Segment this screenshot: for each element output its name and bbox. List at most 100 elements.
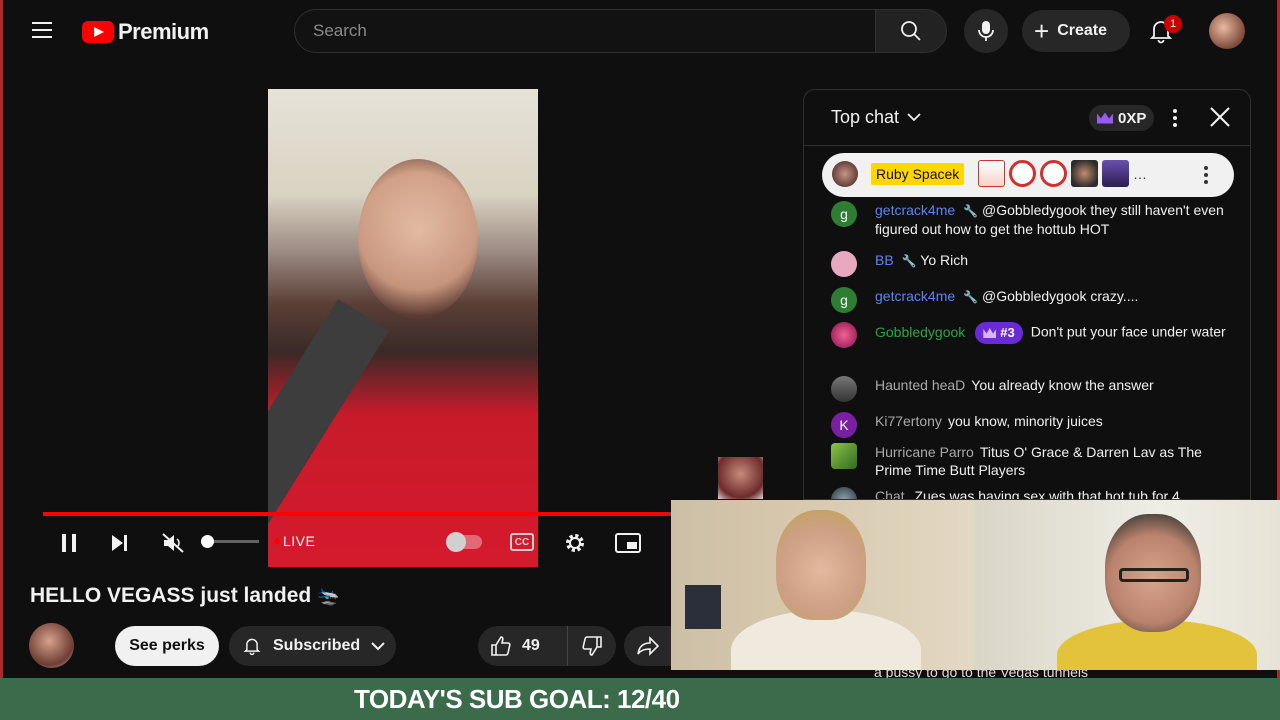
host-1-head [776, 510, 866, 620]
anime-emote-icon [1102, 160, 1129, 187]
chat-avatar [831, 251, 857, 277]
chat-text: Yo Rich [920, 252, 969, 268]
pause-button[interactable] [53, 528, 85, 558]
face-emote-icon [1071, 160, 1098, 187]
channel-avatar[interactable] [29, 623, 74, 668]
chat-text: Zues was having sex with that hot tub fo… [914, 488, 1180, 500]
close-chat-button[interactable] [1207, 104, 1233, 130]
like-button[interactable]: 49 [478, 626, 568, 666]
chat-message[interactable]: BB 🔧 Yo Rich [831, 251, 1231, 277]
search-box[interactable] [294, 9, 876, 53]
webcam-host-2 [977, 500, 1280, 670]
settings-button[interactable] [559, 528, 591, 558]
account-avatar[interactable] [1209, 13, 1245, 49]
mute-button[interactable] [157, 528, 189, 558]
search-icon [901, 21, 921, 41]
chat-author[interactable]: Hurricane Parro [875, 444, 974, 460]
chat-avatar [831, 322, 857, 348]
progress-bar[interactable] [43, 512, 771, 516]
chat-avatar: K [831, 412, 857, 438]
chat-message[interactable]: Chat. Zues was having sex with that hot t… [831, 487, 1231, 500]
chat-more-options-icon[interactable] [1164, 106, 1186, 130]
volume-slider-handle[interactable] [201, 535, 214, 548]
video-title: HELLO VEGASS just landed 🛬 [30, 584, 340, 608]
pinned-more-options-icon[interactable] [1200, 163, 1212, 187]
autoplay-toggle[interactable] [446, 532, 482, 552]
chat-author[interactable]: Ki77ertony [875, 413, 942, 429]
dislike-button[interactable] [568, 626, 616, 666]
voice-search-button[interactable] [964, 9, 1008, 53]
chat-author[interactable]: Gobbledygook [875, 324, 965, 340]
chat-author[interactable]: Haunted heaD [875, 377, 965, 393]
no-sex-icon [1040, 160, 1067, 187]
chat-text: You already know the answer [971, 377, 1154, 393]
rank-label: #3 [1000, 325, 1015, 340]
wrench-icon: 🔧 [963, 290, 979, 304]
next-button[interactable] [104, 528, 136, 558]
chat-overlay-thumbnail [718, 457, 763, 499]
subscribed-label: Subscribed [273, 637, 361, 654]
video-title-text: HELLO VEGASS just landed [30, 584, 312, 607]
youtube-play-icon [82, 21, 114, 43]
chat-avatar [831, 487, 857, 499]
thumbs-up-icon [491, 636, 511, 656]
chat-header: Top chat 0XP [804, 90, 1250, 146]
subscribed-button[interactable]: Subscribed [229, 626, 396, 666]
create-button[interactable]: + Create [1022, 10, 1130, 52]
video-player[interactable]: LIVE CC [0, 62, 793, 567]
volume-muted-icon [162, 533, 184, 553]
xp-button[interactable]: 0XP [1089, 105, 1155, 131]
chat-author[interactable]: Chat. [875, 488, 908, 499]
no-drugs-icon [1009, 160, 1036, 187]
chat-message[interactable]: K Ki77ertony you know, minority juices [831, 412, 1231, 438]
chat-avatar [831, 376, 857, 402]
menu-icon[interactable] [28, 18, 56, 44]
chat-message[interactable]: g getcrack4me 🔧 @Gobbledygook crazy.... [831, 287, 1231, 313]
pause-icon [62, 534, 76, 552]
create-label: Create [1057, 22, 1107, 39]
chat-author[interactable]: getcrack4me [875, 202, 955, 218]
chevron-down-icon [371, 642, 385, 651]
bell-icon [243, 638, 261, 656]
chat-message[interactable]: Hurricane Parro Titus O' Grace & Darren L… [831, 443, 1231, 479]
subtitles-button[interactable]: CC [510, 533, 534, 551]
leaderboard-rank-badge: #3 [975, 322, 1023, 344]
youtube-logo[interactable]: Premium [82, 18, 209, 46]
chat-text: you know, minority juices [947, 413, 1103, 429]
live-chat-panel: Top chat 0XP Ruby Spacek … g getcrack4me… [803, 89, 1251, 500]
chat-avatar: g [831, 287, 857, 313]
miniplayer-button[interactable] [612, 528, 644, 558]
chat-message[interactable]: g getcrack4me 🔧 @Gobbledygook they still … [831, 201, 1231, 238]
pinned-author-name: Ruby Spacek [871, 163, 965, 185]
webcam-host-1 [671, 500, 974, 670]
glasses [1119, 568, 1189, 582]
microphone-icon [978, 21, 994, 41]
logo-text: Premium [118, 19, 209, 44]
crown-icon [983, 328, 997, 338]
chat-author[interactable]: BB [875, 252, 894, 268]
skip-next-icon [112, 535, 127, 551]
video-frame[interactable] [268, 89, 538, 567]
wrench-icon: 🔧 [901, 254, 917, 268]
chat-message[interactable]: Haunted heaD You already know the answer [831, 376, 1231, 402]
miniplayer-icon [615, 533, 641, 553]
masthead: Premium + Create 1 [0, 0, 1280, 62]
live-badge[interactable]: LIVE [283, 533, 315, 549]
chat-author[interactable]: getcrack4me [875, 288, 955, 304]
sub-goal-text: TODAY'S SUB GOAL: 12/40 [354, 684, 680, 714]
volume-slider[interactable] [207, 540, 259, 543]
progress-bar-fill [43, 512, 669, 516]
background-monitor [685, 585, 721, 629]
search-input[interactable] [313, 21, 875, 41]
seatbelt [268, 299, 389, 567]
crown-icon [1097, 112, 1113, 124]
search-button[interactable] [875, 9, 947, 53]
pinned-message[interactable]: Ruby Spacek … [822, 153, 1234, 197]
see-perks-button[interactable]: See perks [115, 626, 219, 666]
chevron-down-icon [907, 113, 921, 122]
chat-message[interactable]: Gobbledygook #3 Don't put your face under … [831, 322, 1231, 348]
like-dislike-group: 49 [478, 626, 616, 666]
chat-mode-selector[interactable]: Top chat [831, 107, 921, 128]
chat-avatar: g [831, 201, 857, 227]
pinned-badges: … [978, 160, 1147, 187]
